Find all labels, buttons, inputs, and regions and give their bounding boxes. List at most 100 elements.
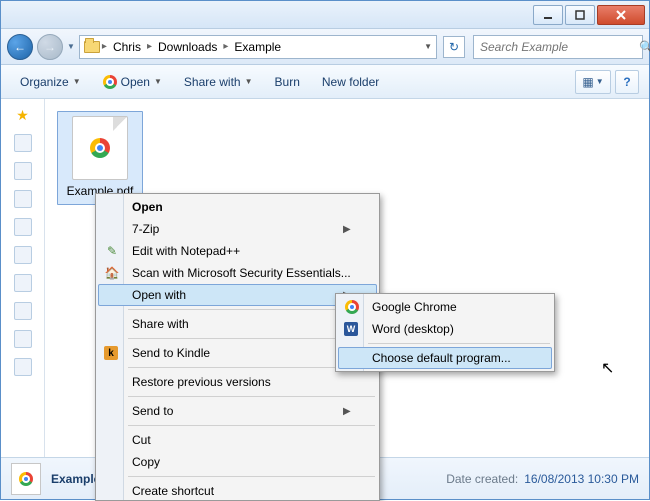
separator	[368, 343, 550, 344]
navigation-bar: ← → ▼ ▸ Chris ▸ Downloads ▸ Example ▼ ↻ …	[1, 29, 649, 65]
burn-button[interactable]: Burn	[266, 71, 309, 93]
ctx-7zip-label: 7-Zip	[132, 222, 159, 236]
sidebar-icon[interactable]	[14, 190, 32, 208]
ctx-cut[interactable]: Cut	[98, 429, 377, 451]
sidebar-icon[interactable]	[14, 246, 32, 264]
ctx-restore[interactable]: Restore previous versions	[98, 371, 377, 393]
refresh-icon: ↻	[449, 40, 459, 54]
view-grid-icon: ▦	[582, 75, 593, 89]
ctx-edit-notepad[interactable]: ✎ Edit with Notepad++	[98, 240, 377, 262]
ctx-share-with-label: Share with	[132, 317, 189, 331]
command-bar: Organize ▼ Open ▼ Share with ▼ Burn New …	[1, 65, 649, 99]
ctx-restore-label: Restore previous versions	[132, 375, 271, 389]
minimize-button[interactable]	[533, 5, 563, 25]
ctx-open-with-label: Open with	[132, 288, 186, 302]
open-with-word-label: Word (desktop)	[372, 322, 454, 336]
organize-label: Organize	[20, 75, 69, 89]
ctx-copy-label: Copy	[132, 455, 160, 469]
open-button[interactable]: Open ▼	[94, 71, 171, 93]
date-created-label: Date created:	[446, 472, 518, 486]
file-item[interactable]: Example.pdf	[57, 111, 143, 205]
new-folder-label: New folder	[322, 75, 379, 89]
ctx-open-label: Open	[132, 200, 163, 214]
date-created-value: 16/08/2013 10:30 PM	[524, 472, 639, 486]
ctx-send-to[interactable]: Send to ▶	[98, 400, 377, 422]
open-with-submenu: Google Chrome W Word (desktop) Choose de…	[335, 293, 555, 372]
share-with-button[interactable]: Share with ▼	[175, 71, 262, 93]
maximize-icon	[575, 10, 585, 20]
close-button[interactable]	[597, 5, 645, 25]
details-thumbnail	[11, 463, 41, 495]
forward-arrow-icon: →	[44, 40, 56, 54]
shield-icon: 🏠	[104, 265, 120, 281]
titlebar	[1, 1, 649, 29]
file-thumbnail	[72, 116, 128, 180]
organize-button[interactable]: Organize ▼	[11, 71, 90, 93]
ctx-notepad-label: Edit with Notepad++	[132, 244, 240, 258]
close-icon	[615, 10, 627, 20]
chevron-right-icon: ▸	[223, 41, 228, 52]
address-bar[interactable]: ▸ Chris ▸ Downloads ▸ Example ▼	[79, 35, 437, 59]
ctx-scan-label: Scan with Microsoft Security Essentials.…	[132, 266, 351, 280]
address-dropdown-icon[interactable]: ▼	[424, 42, 432, 51]
help-icon: ?	[623, 75, 630, 89]
history-dropdown-icon[interactable]: ▼	[67, 42, 75, 51]
favorites-star-icon[interactable]: ★	[16, 107, 29, 124]
search-icon[interactable]: 🔍	[639, 40, 650, 54]
choose-default-program[interactable]: Choose default program...	[338, 347, 552, 369]
forward-button[interactable]: →	[37, 34, 63, 60]
breadcrumb-item[interactable]: Example	[230, 40, 285, 54]
ctx-create-shortcut-label: Create shortcut	[132, 484, 214, 498]
back-button[interactable]: ←	[7, 34, 33, 60]
sidebar-icon[interactable]	[14, 358, 32, 376]
sidebar-icon[interactable]	[14, 134, 32, 152]
explorer-window: ← → ▼ ▸ Chris ▸ Downloads ▸ Example ▼ ↻ …	[0, 0, 650, 500]
chrome-icon	[344, 299, 360, 315]
kindle-icon: k	[104, 346, 118, 360]
window-controls	[533, 5, 645, 25]
notepad-icon: ✎	[104, 243, 120, 259]
separator	[128, 396, 375, 397]
separator	[128, 425, 375, 426]
view-options-button[interactable]: ▦ ▼	[575, 70, 611, 94]
chrome-icon	[90, 138, 110, 158]
new-folder-button[interactable]: New folder	[313, 71, 388, 93]
share-label: Share with	[184, 75, 241, 89]
choose-default-label: Choose default program...	[372, 351, 511, 365]
chevron-right-icon: ▸	[147, 41, 152, 52]
chrome-icon	[19, 472, 33, 486]
chevron-down-icon: ▼	[73, 77, 81, 86]
submenu-arrow-icon: ▶	[343, 406, 351, 417]
sidebar-icon[interactable]	[14, 162, 32, 180]
help-button[interactable]: ?	[615, 70, 639, 94]
chevron-down-icon: ▼	[596, 77, 604, 86]
chevron-down-icon: ▼	[245, 77, 253, 86]
maximize-button[interactable]	[565, 5, 595, 25]
ctx-open[interactable]: Open	[98, 196, 377, 218]
sidebar-icon[interactable]	[14, 302, 32, 320]
folder-icon	[84, 41, 100, 53]
ctx-scan[interactable]: 🏠 Scan with Microsoft Security Essential…	[98, 262, 377, 284]
refresh-button[interactable]: ↻	[443, 36, 465, 58]
sidebar-icon[interactable]	[14, 274, 32, 292]
ctx-kindle-label: Send to Kindle	[132, 346, 210, 360]
minimize-icon	[543, 10, 553, 20]
chevron-down-icon: ▼	[154, 77, 162, 86]
ctx-create-shortcut[interactable]: Create shortcut	[98, 480, 377, 498]
search-input[interactable]	[478, 39, 639, 55]
open-with-chrome[interactable]: Google Chrome	[338, 296, 552, 318]
ctx-7zip[interactable]: 7-Zip ▶	[98, 218, 377, 240]
ctx-copy[interactable]: Copy	[98, 451, 377, 473]
breadcrumb-item[interactable]: Chris	[109, 40, 145, 54]
open-with-word[interactable]: W Word (desktop)	[338, 318, 552, 340]
navigation-pane[interactable]: ★	[1, 99, 45, 457]
chrome-icon	[103, 75, 117, 89]
breadcrumb-item[interactable]: Downloads	[154, 40, 221, 54]
burn-label: Burn	[275, 75, 300, 89]
separator	[128, 476, 375, 477]
sidebar-icon[interactable]	[14, 218, 32, 236]
submenu-arrow-icon: ▶	[343, 224, 351, 235]
search-box[interactable]: 🔍	[473, 35, 643, 59]
sidebar-icon[interactable]	[14, 330, 32, 348]
open-label: Open	[121, 75, 150, 89]
